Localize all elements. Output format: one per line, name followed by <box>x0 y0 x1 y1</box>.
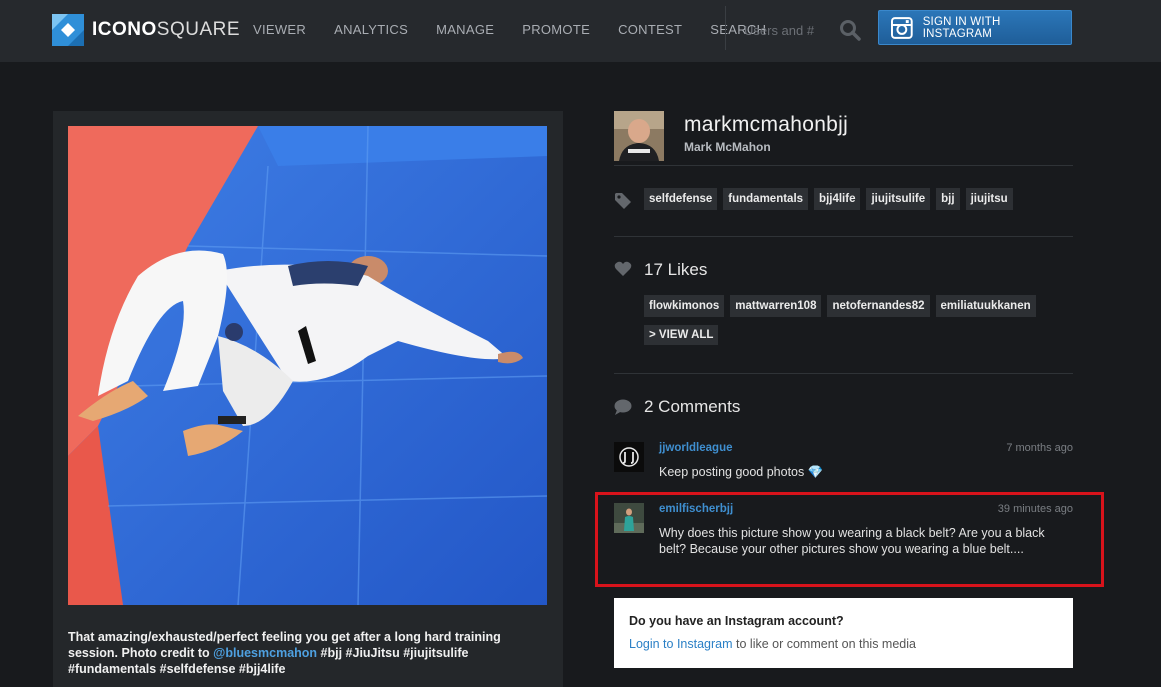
likers-list: flowkimonos mattwarren108 netofernandes8… <box>644 295 1074 325</box>
instagram-login-prompt: Do you have an Instagram account? Login … <box>614 598 1073 668</box>
commenter-avatar[interactable] <box>614 442 644 472</box>
media-card: That amazing/exhausted/perfect feeling y… <box>53 111 563 687</box>
profile-full-name: Mark McMahon <box>684 140 771 154</box>
login-prompt-line: Login to Instagram to like or comment on… <box>629 637 1058 651</box>
top-navigation-bar: ICONOSQUARE VIEWER ANALYTICS MANAGE PROM… <box>0 0 1161 62</box>
iconosquare-logo-icon <box>52 14 84 46</box>
profile-username[interactable]: markmcmahonbjj <box>684 113 848 137</box>
post-caption: That amazing/exhausted/perfect feeling y… <box>68 629 538 677</box>
nav-divider <box>725 6 726 50</box>
divider <box>614 165 1073 166</box>
profile-photo <box>614 111 664 161</box>
tag-chip[interactable]: jiujitsulife <box>866 188 931 210</box>
nav-promote[interactable]: PROMOTE <box>522 22 590 37</box>
comment-text: Keep posting good photos 💎 <box>659 465 824 479</box>
tag-chip[interactable]: fundamentals <box>723 188 809 210</box>
comments-count: 2 Comments <box>644 397 741 416</box>
divider <box>614 373 1073 374</box>
liker-chip[interactable]: flowkimonos <box>644 295 725 317</box>
likes-count: 17 Likes <box>644 260 708 279</box>
instagram-icon <box>891 16 913 39</box>
sign-in-label: SIGN IN WITH INSTAGRAM <box>922 15 1001 40</box>
search-icon[interactable] <box>839 19 861 41</box>
post-photo[interactable] <box>68 126 547 605</box>
tag-chip[interactable]: jiujitsu <box>965 188 1013 210</box>
view-all-likes: > VIEW ALL <box>644 325 724 345</box>
comment-highlight-box <box>595 492 1104 587</box>
nav-manage[interactable]: MANAGE <box>436 22 494 37</box>
brand-name-bold: ICONO <box>92 19 157 40</box>
brand-name: ICONOSQUARE <box>92 19 240 41</box>
liker-chip[interactable]: netofernandes82 <box>827 295 930 317</box>
nav-viewer[interactable]: VIEWER <box>253 22 306 37</box>
divider <box>614 236 1073 237</box>
main-nav: VIEWER ANALYTICS MANAGE PROMOTE CONTEST … <box>253 22 766 37</box>
avatar[interactable] <box>614 111 664 161</box>
liker-chip[interactable]: emiliatuukkanen <box>935 295 1036 317</box>
login-prompt-text: to like or comment on this media <box>732 637 916 651</box>
login-prompt-title: Do you have an Instagram account? <box>629 614 844 628</box>
tag-icon <box>615 193 631 209</box>
commenter-username[interactable]: jjworldleague <box>659 442 733 454</box>
nav-contest[interactable]: CONTEST <box>618 22 682 37</box>
jjworldleague-logo-icon <box>614 442 644 472</box>
comment-bubble-icon <box>614 399 632 415</box>
tag-list: selfdefense fundamentals bjj4life jiujit… <box>644 188 1019 218</box>
tag-chip[interactable]: bjj4life <box>814 188 861 210</box>
liker-chip[interactable]: mattwarren108 <box>730 295 822 317</box>
search-input[interactable] <box>742 19 836 41</box>
comment-timestamp: 7 months ago <box>1006 442 1073 454</box>
brand-name-light: SQUARE <box>156 19 241 40</box>
iconosquare-logo[interactable]: ICONOSQUARE <box>52 14 240 46</box>
tag-chip[interactable]: bjj <box>936 188 960 210</box>
view-all-button[interactable]: > VIEW ALL <box>644 325 719 345</box>
login-to-instagram-link[interactable]: Login to Instagram <box>629 637 733 651</box>
nav-analytics[interactable]: ANALYTICS <box>334 22 408 37</box>
heart-icon <box>614 261 632 276</box>
comment-item: jjworldleague 7 months ago Keep posting … <box>614 442 1073 482</box>
caption-mention-link[interactable]: @bluesmcmahon <box>213 646 317 660</box>
post-photo-image <box>68 126 547 605</box>
sign-in-with-instagram-button[interactable]: SIGN IN WITH INSTAGRAM <box>878 10 1072 45</box>
tag-chip[interactable]: selfdefense <box>644 188 718 210</box>
